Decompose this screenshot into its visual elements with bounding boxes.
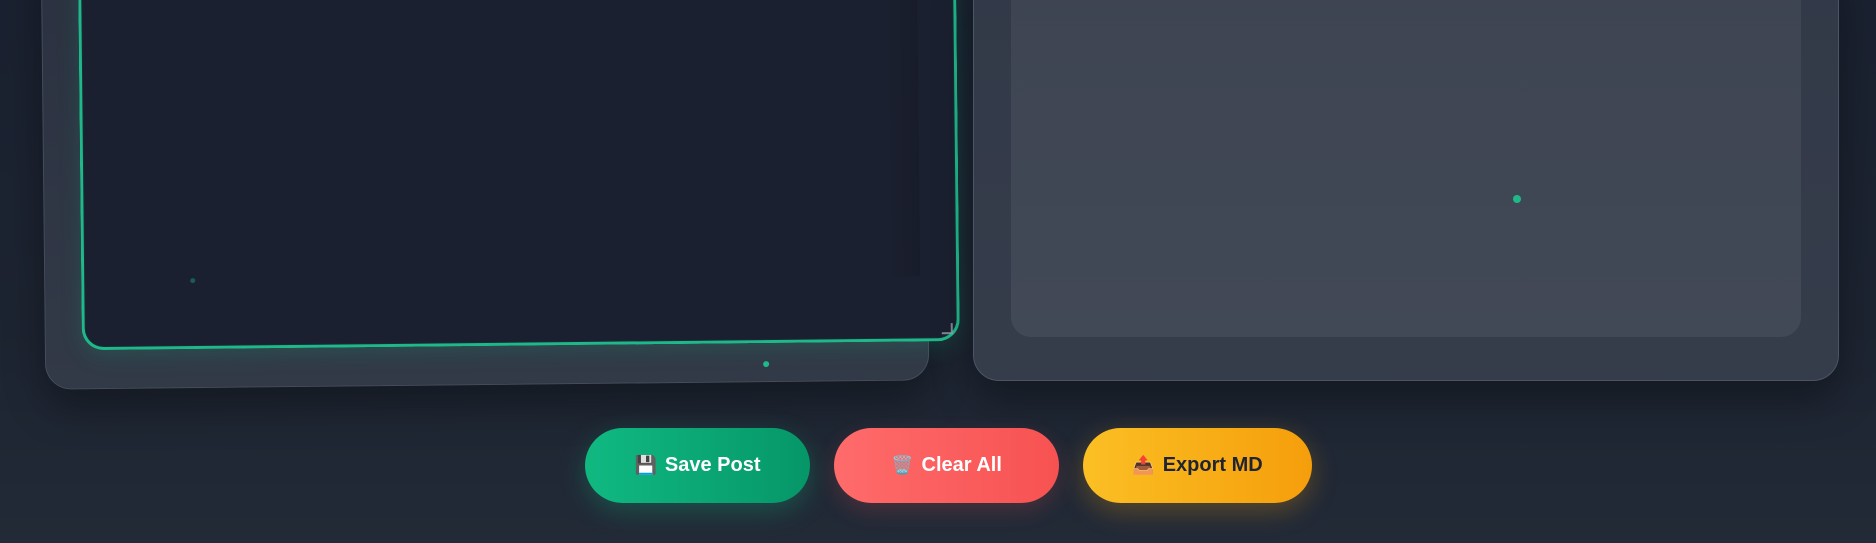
trash-icon: 🗑️ — [891, 454, 914, 476]
markdown-preview — [1011, 0, 1801, 337]
save-post-button[interactable]: 💾 Save Post — [585, 428, 810, 503]
editor-panel — [40, 0, 960, 390]
clear-all-label: Clear All — [921, 454, 1002, 476]
decorative-dot — [763, 361, 770, 368]
export-md-label: Export MD — [1162, 454, 1263, 476]
save-post-label: Save Post — [664, 454, 761, 476]
editor-scroll-shade — [882, 0, 921, 277]
floppy-disk-icon: 💾 — [634, 454, 657, 476]
markdown-editor[interactable] — [77, 0, 960, 351]
export-md-button[interactable]: 📤 Export MD — [1083, 428, 1312, 503]
outbox-tray-icon: 📤 — [1132, 454, 1155, 476]
decorative-dot — [190, 278, 196, 284]
clear-all-button[interactable]: 🗑️ Clear All — [834, 428, 1059, 503]
resize-handle-icon[interactable] — [941, 323, 953, 335]
decorative-dot — [1513, 195, 1521, 203]
preview-panel — [973, 0, 1839, 381]
